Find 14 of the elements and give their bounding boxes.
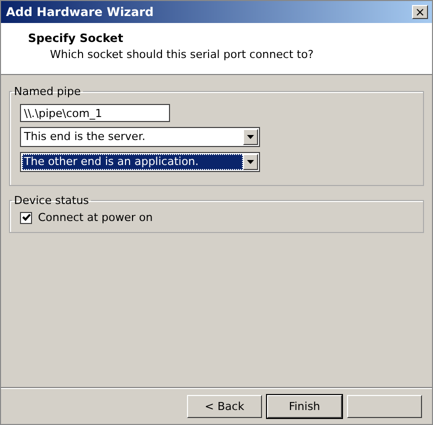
blank-button[interactable]: [347, 394, 422, 418]
finish-button[interactable]: Finish: [267, 394, 342, 418]
pipe-path-field[interactable]: \\.\pipe\com_1: [20, 104, 170, 122]
checkbox[interactable]: [20, 212, 32, 224]
window-title: Add Hardware Wizard: [6, 5, 154, 19]
dropdown[interactable]: This end is the server.: [20, 127, 260, 147]
back-button[interactable]: < Back: [187, 394, 262, 418]
page-subtitle: Which socket should this serial port connect to?: [49, 48, 315, 61]
checkbox-label[interactable]: Connect at power on: [38, 211, 153, 224]
dropdown[interactable]: The other end is an application.: [20, 152, 260, 172]
close-button[interactable]: ×: [412, 5, 428, 19]
page-title: Specify Socket: [28, 31, 124, 45]
group-label: Device status: [13, 194, 90, 207]
group-label: Named pipe: [13, 85, 82, 98]
